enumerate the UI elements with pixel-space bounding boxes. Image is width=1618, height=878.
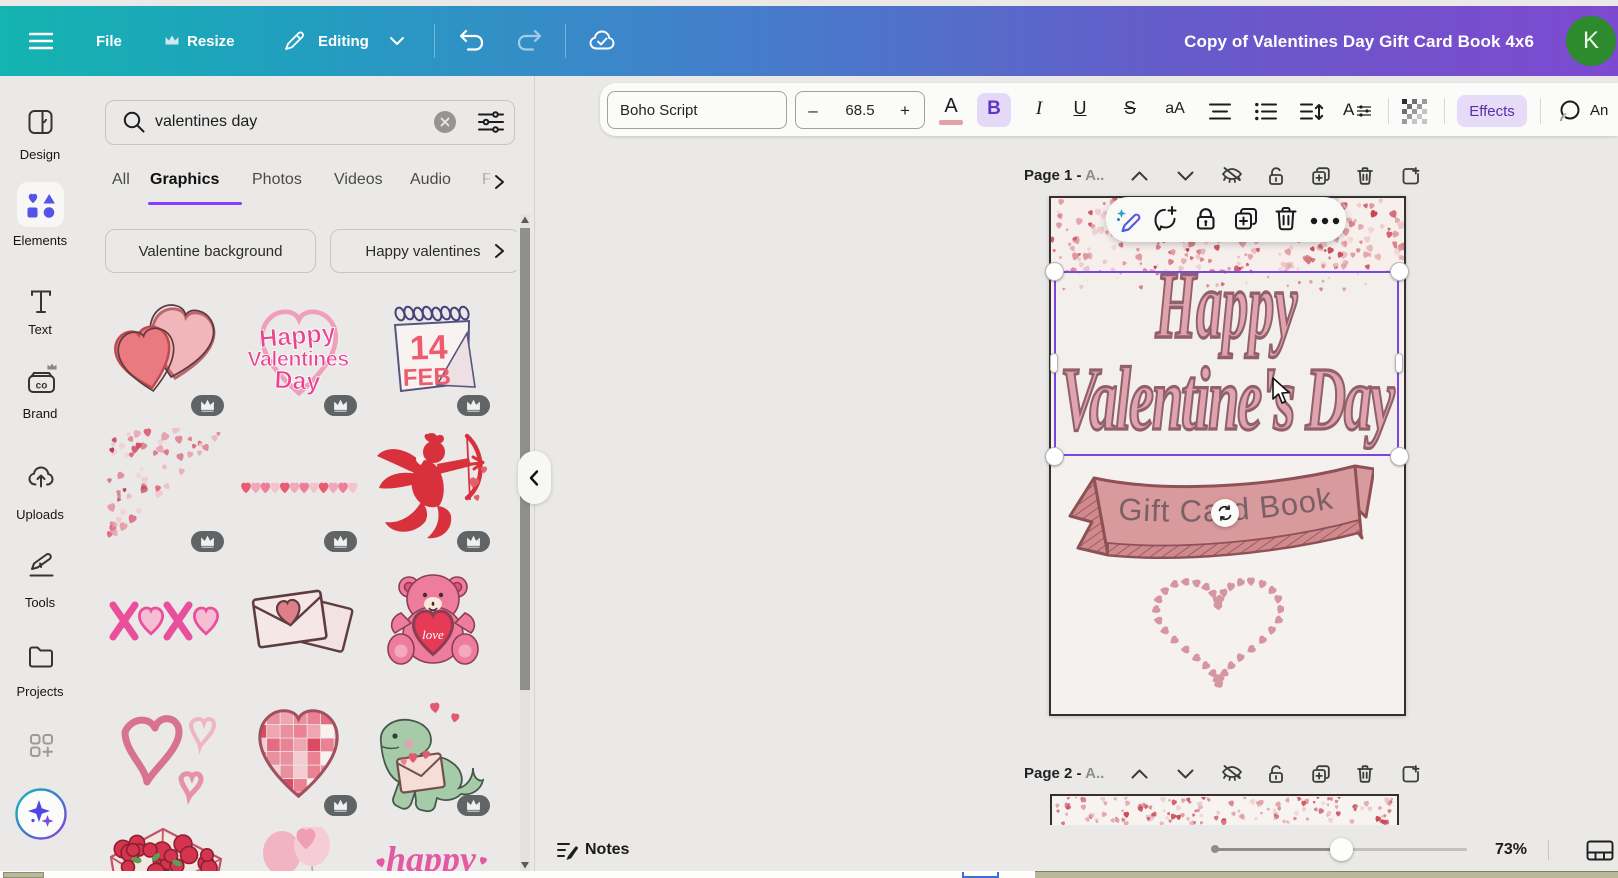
svg-text:co: co [36,381,48,392]
svg-text:love: love [422,627,444,642]
svg-text:14: 14 [409,328,448,367]
svg-text:Day: Day [274,366,321,396]
svg-text:FEB: FEB [402,363,451,392]
